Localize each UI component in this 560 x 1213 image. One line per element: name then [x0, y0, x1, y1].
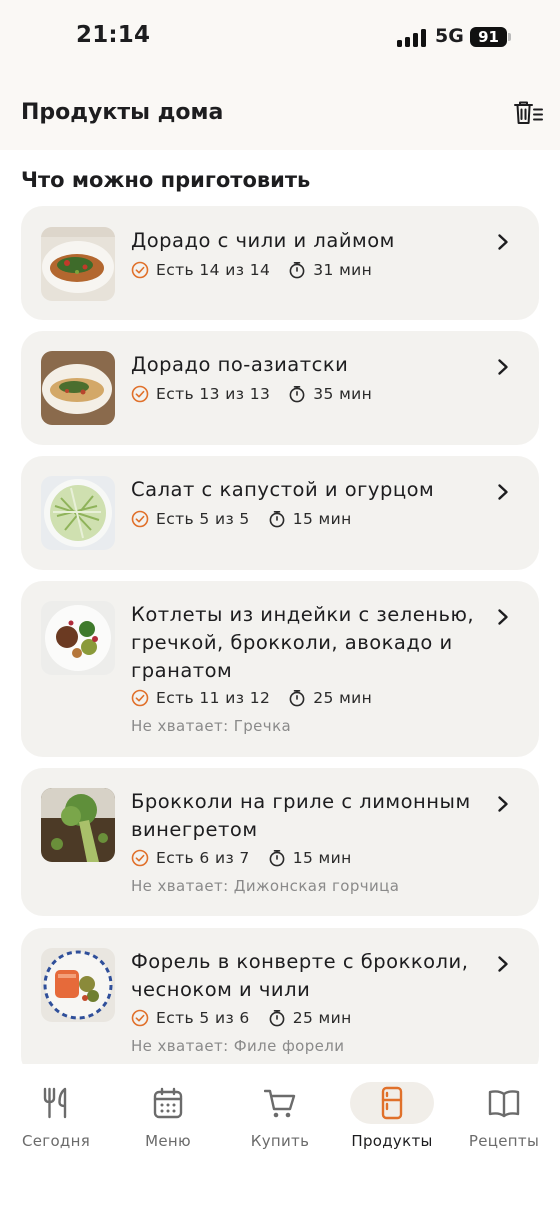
recipe-title: Брокколи на гриле с лимонным винегретом	[131, 790, 471, 841]
tab-label: Купить	[250, 1132, 310, 1150]
recipe-card[interactable]: Салат с капустой и огурцом Есть 5 из 5 1…	[21, 456, 539, 570]
recipe-card[interactable]: Котлеты из индейки с зеленью, гречкой, б…	[21, 581, 539, 757]
timer-icon	[268, 1009, 286, 1027]
tab-buy[interactable]: Купить	[224, 1064, 336, 1154]
battery-icon: 91	[470, 27, 507, 47]
tab-label: Рецепты	[468, 1132, 540, 1150]
calendar-icon	[153, 1087, 183, 1119]
cook-time: 15 мин	[292, 510, 352, 528]
recipe-card[interactable]: Дорадо с чили и лаймом Есть 14 из 14 31 …	[21, 206, 539, 320]
status-bar: 21:14 5G 91	[0, 0, 560, 76]
recipe-title: Дорадо по-азиатски	[131, 353, 349, 376]
recipe-card[interactable]: Дорадо по-азиатски Есть 13 из 13 35 мин	[21, 331, 539, 445]
fridge-icon	[381, 1086, 403, 1120]
page-title: Продукты дома	[21, 100, 224, 125]
timer-icon	[288, 385, 306, 403]
cook-time: 35 мин	[313, 385, 373, 403]
recipe-meta: Есть 13 из 13 35 мин	[131, 384, 372, 404]
recipe-card[interactable]: Брокколи на гриле с лимонным винегретом …	[21, 768, 539, 916]
recipe-card[interactable]: Форель в конверте с брокколи, чесноком и…	[21, 928, 539, 1078]
ingredients-count: Есть 5 из 6	[156, 1009, 250, 1027]
ingredients-count: Есть 13 из 13	[156, 385, 271, 403]
recipe-meta: Есть 5 из 5 15 мин	[131, 509, 352, 529]
battery-cap	[508, 33, 511, 41]
chevron-right-icon	[495, 358, 511, 376]
cook-time: 25 мин	[292, 1009, 352, 1027]
recipe-photo	[41, 351, 115, 425]
chevron-right-icon	[495, 608, 511, 626]
recipe-meta: Есть 5 из 6 25 мин	[131, 1008, 352, 1028]
timer-icon	[288, 261, 306, 279]
recipe-title: Дорадо с чили и лаймом	[131, 229, 395, 252]
network-type: 5G	[435, 25, 464, 47]
missing-ingredients: Не хватает: Филе форели	[131, 1037, 345, 1055]
tab-today[interactable]: Сегодня	[0, 1064, 112, 1154]
cook-time: 15 мин	[292, 849, 352, 867]
cook-time: 25 мин	[313, 689, 373, 707]
chevron-right-icon	[495, 483, 511, 501]
trash-list-icon	[514, 101, 543, 124]
section-title: Что можно приготовить	[21, 168, 311, 192]
tab-bar: Сегодня Меню Купить Продукты Рецепты	[0, 1064, 560, 1213]
missing-ingredients: Не хватает: Дижонская горчица	[131, 877, 400, 895]
clear-list-button[interactable]	[511, 98, 545, 130]
fork-knife-icon	[43, 1087, 67, 1119]
cart-icon	[264, 1089, 296, 1118]
tab-products[interactable]: Продукты	[336, 1064, 448, 1154]
timer-icon	[288, 689, 306, 707]
recipe-title: Форель в конверте с брокколи, чесноком и…	[131, 950, 469, 1001]
ingredients-count: Есть 5 из 5	[156, 510, 250, 528]
ingredients-count: Есть 6 из 7	[156, 849, 250, 867]
check-circle-icon	[131, 689, 149, 707]
tab-label: Продукты	[351, 1132, 433, 1150]
status-time: 21:14	[76, 22, 151, 48]
recipe-photo	[41, 601, 115, 675]
recipe-photo	[41, 788, 115, 862]
tab-menu[interactable]: Меню	[112, 1064, 224, 1154]
chevron-right-icon	[495, 955, 511, 973]
book-icon	[488, 1090, 520, 1118]
check-circle-icon	[131, 385, 149, 403]
ingredients-count: Есть 11 из 12	[156, 689, 271, 707]
chevron-right-icon	[495, 795, 511, 813]
timer-icon	[268, 849, 286, 867]
recipe-meta: Есть 6 из 7 15 мин	[131, 848, 352, 868]
check-circle-icon	[131, 261, 149, 279]
recipe-photo	[41, 476, 115, 550]
check-circle-icon	[131, 849, 149, 867]
tab-label: Меню	[145, 1132, 191, 1150]
signal-icon	[397, 29, 427, 47]
ingredients-count: Есть 14 из 14	[156, 261, 271, 279]
recipe-photo	[41, 227, 115, 301]
check-circle-icon	[131, 510, 149, 528]
recipe-title: Котлеты из индейки с зеленью, гречкой, б…	[131, 603, 475, 682]
chevron-right-icon	[495, 233, 511, 251]
tab-label: Сегодня	[21, 1132, 91, 1150]
cook-time: 31 мин	[313, 261, 373, 279]
tab-recipes[interactable]: Рецепты	[448, 1064, 560, 1154]
recipe-title: Салат с капустой и огурцом	[131, 478, 435, 501]
recipe-meta: Есть 11 из 12 25 мин	[131, 688, 372, 708]
recipe-photo	[41, 948, 115, 1022]
check-circle-icon	[131, 1009, 149, 1027]
missing-ingredients: Не хватает: Гречка	[131, 717, 292, 735]
recipe-meta: Есть 14 из 14 31 мин	[131, 260, 372, 280]
timer-icon	[268, 510, 286, 528]
